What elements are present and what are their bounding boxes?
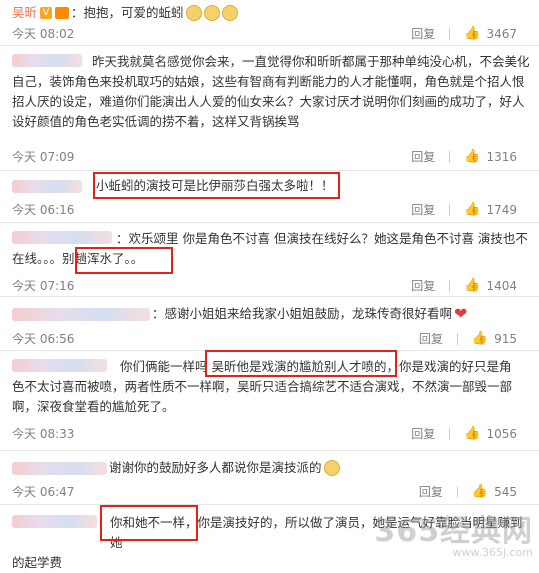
reply-button[interactable]: 回复 [411, 425, 435, 442]
comment-0: 吴昕 V ： 抱抱，可爱的蚯蚓 今天 08:02 回复 👍 3467 [0, 0, 539, 44]
comment-line: 设好颜值的角色老实低调的捞不着，这样又背锅挨骂 [12, 114, 300, 129]
like-count: 1404 [486, 278, 517, 293]
comment-text: 你和她不一样，你是演技好的，所以做了演员，她是运气好靠脸当明星赚到她 的起学费 [12, 513, 532, 573]
reply-button[interactable]: 回复 [411, 277, 435, 294]
divider [449, 203, 451, 216]
reply-button[interactable]: 回复 [419, 483, 443, 500]
timestamp: 今天 08:33 [12, 427, 75, 441]
emoji-icon [203, 5, 220, 21]
comment-text: ：感谢小姐姐来给我家小姐姐鼓励，龙珠传奇很好看啊 [152, 306, 453, 321]
like-count: 915 [494, 331, 517, 346]
comment-actions: 回复 👍 1404 [411, 277, 517, 294]
comment-actions: 回复 👍 1056 [411, 425, 517, 442]
comment-actions: 回复 👍 3467 [411, 25, 517, 42]
blurred-username [12, 179, 82, 193]
emoji-icon [185, 5, 202, 21]
emoji-icon [221, 5, 238, 21]
comment-text: 谢谢你的鼓励好多人都说你是演技派的 [109, 460, 322, 475]
verified-icon: V [40, 7, 53, 19]
comment-actions: 回复 👍 1316 [411, 148, 517, 165]
comment-line: ：欢乐颂里 你是角色不讨喜 但演技在线好么？她这是角色不讨喜 演技也不 [116, 231, 528, 246]
reply-button[interactable]: 回复 [411, 148, 435, 165]
divider [449, 27, 451, 40]
reply-button[interactable]: 回复 [411, 25, 435, 42]
highlight-box [205, 350, 397, 377]
like-count: 545 [494, 484, 517, 499]
comment-6-header: 谢谢你的鼓励好多人都说你是演技派的 [12, 459, 340, 477]
thumbs-up-icon[interactable]: 👍 [464, 426, 480, 441]
comment-line: 啊，深夜食堂看的尴尬死了。 [12, 399, 175, 414]
comment-line: 自己，装饰角色来投机取巧的姑娘，这些有智商有判断能力的人才能懂啊，角色就是个招人… [12, 74, 525, 89]
like-count: 3467 [486, 26, 517, 41]
heart-icon: ❤ [454, 304, 468, 323]
highlight-box [100, 505, 198, 541]
highlight-box [93, 172, 340, 199]
comment-actions: 回复 👍 915 [419, 330, 517, 347]
thumbs-up-icon[interactable]: 👍 [464, 278, 480, 293]
like-count: 1749 [486, 202, 517, 217]
thumbs-up-icon[interactable]: 👍 [464, 149, 480, 164]
comment-line: 色不太讨喜而被喷，两者性质不一样啊，吴昕只适合搞综艺不适合演戏，不然演一部毁一部 [12, 379, 513, 394]
timestamp: 今天 06:47 [12, 485, 75, 499]
like-count: 1056 [486, 426, 517, 441]
comment-4: ：感谢小姐姐来给我家小姐姐鼓励，龙珠传奇很好看啊 ❤ 今天 06:56 回复 👍… [0, 297, 539, 347]
comment-actions: 回复 👍 1749 [411, 201, 517, 218]
comment-line: 你和她不一样，你是演技好的，所以做了演员，她是运气好靠脸当明星赚到她 [110, 515, 523, 550]
thumbs-up-icon[interactable]: 👍 [464, 26, 480, 41]
divider [449, 150, 451, 163]
thumbs-up-icon[interactable]: 👍 [472, 331, 488, 346]
emoji-icon [323, 460, 340, 476]
thumbs-up-icon[interactable]: 👍 [472, 484, 488, 499]
comment-0-header: 吴昕 V ： 抱抱，可爱的蚯蚓 [12, 4, 238, 22]
like-count: 1316 [486, 149, 517, 164]
username[interactable]: 吴昕 [12, 4, 37, 22]
divider [456, 485, 458, 498]
comment-text: 昨天我就莫名感觉你会来，一直觉得你和昕昕都属于那种单纯没心机，不会美化 自己，装… [12, 52, 532, 132]
divider [449, 427, 451, 440]
highlight-box [75, 247, 173, 274]
comment-line: 招人厌的设定，难道你们能演出人人爱的仙女来么？大家讨厌才说明你们刻画的成功了，好… [12, 94, 525, 109]
comment-line: 的起学费 [12, 555, 63, 570]
divider [456, 332, 458, 345]
comment-6: 谢谢你的鼓励好多人都说你是演技派的 今天 06:47 回复 👍 545 [0, 451, 539, 501]
blurred-username [12, 461, 107, 475]
comment-4-header: ：感谢小姐姐来给我家小姐姐鼓励，龙珠传奇很好看啊 ❤ [12, 305, 467, 323]
reply-button[interactable]: 回复 [411, 201, 435, 218]
timestamp: 今天 08:02 [12, 27, 75, 41]
comment-actions: 回复 👍 545 [419, 483, 517, 500]
timestamp: 今天 06:56 [12, 332, 75, 346]
timestamp: 今天 07:16 [12, 279, 75, 293]
vip-badge-icon [55, 7, 70, 19]
comment-text: 抱抱，可爱的蚯蚓 [83, 5, 184, 20]
comment-1: 昨天我就莫名感觉你会来，一直觉得你和昕昕都属于那种单纯没心机，不会美化 自己，装… [0, 46, 539, 168]
timestamp: 今天 06:16 [12, 203, 75, 217]
timestamp: 今天 07:09 [12, 150, 75, 164]
reply-button[interactable]: 回复 [419, 330, 443, 347]
divider [449, 279, 451, 292]
blurred-username [12, 307, 150, 321]
comment-7: 你和她不一样，你是演技好的，所以做了演员，她是运气好靠脸当明星赚到她 的起学费 [0, 505, 539, 570]
thumbs-up-icon[interactable]: 👍 [464, 202, 480, 217]
comment-line: 昨天我就莫名感觉你会来，一直觉得你和昕昕都属于那种单纯没心机，不会美化 [92, 54, 530, 69]
